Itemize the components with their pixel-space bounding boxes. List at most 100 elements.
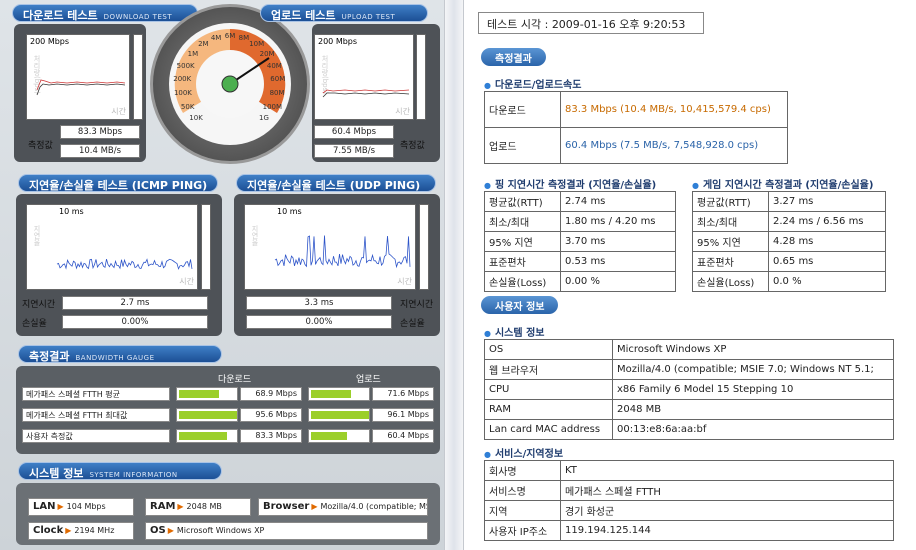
- system-row: OS Microsoft Windows XP: [484, 339, 894, 360]
- ping-key: 최소/최대: [484, 211, 561, 232]
- download-test-title: 다운로드 테스트: [23, 9, 98, 22]
- ping-key: 평균값(RTT): [484, 191, 561, 212]
- game-key: 손실율(Loss): [692, 271, 769, 292]
- speed-upload-value: 60.4 Mbps (7.5 MB/s, 7,548,928.0 cps): [560, 127, 788, 164]
- test-time-value: 2009-01-16 오후 9:20:53: [551, 18, 686, 31]
- icmp-latency-value: 2.7 ms: [62, 296, 208, 310]
- gauge-tick-label: 50K: [180, 102, 195, 111]
- bandwidth-dl-value: 68.9 Mbps: [240, 387, 302, 401]
- game-key: 최소/최대: [692, 211, 769, 232]
- sysinfo-clock-value: 2194 MHz: [74, 526, 115, 535]
- ping-row: 최소/최대 1.80 ms / 4.20 ms: [484, 211, 676, 232]
- udp-loss-label: 손실율: [400, 319, 425, 329]
- bandwidth-row-name: 사용자 측정값: [22, 429, 170, 443]
- bandwidth-ul-value: 96.1 Mbps: [372, 408, 434, 422]
- sysinfo-browser: Browser ▶ Mozilla/4.0 (compatible; MS: [258, 498, 428, 516]
- ping-row: 표준편차 0.53 ms: [484, 251, 676, 272]
- upload-measured-label: 측정값: [400, 141, 425, 151]
- bandwidth-subtitle: BANDWIDTH GAUGE: [75, 354, 155, 362]
- bandwidth-ul-bar: [308, 387, 370, 401]
- udp-latency-label: 지연시간: [400, 300, 434, 310]
- udp-graph: 10 ms 지연율 시간: [244, 204, 416, 290]
- sysinfo-lan-value: 104 Mbps: [66, 502, 106, 511]
- speed-gauge: 10K 50K 100K 200K 500K 1M 2M 4M 6M 8M 10M 20M 40M 60M…: [150, 4, 310, 164]
- udp-ping-title: 지연율/손실율 테스트 (UDP PING): [247, 179, 421, 192]
- service-value: 119.194.125.144: [560, 520, 894, 541]
- sysinfo-browser-value: Mozilla/4.0 (compatible; MS: [320, 502, 428, 511]
- gauge-tick-label: 1G: [258, 113, 269, 122]
- download-level-bar: [133, 34, 143, 120]
- bandwidth-ul-value: 71.6 Mbps: [372, 387, 434, 401]
- bandwidth-dl-value: 95.6 Mbps: [240, 408, 302, 422]
- gauge-tick-label: 40M: [266, 61, 282, 70]
- system-row: Lan card MAC address 00:13:e8:6a:aa:bf: [484, 419, 894, 440]
- panel-divider: [444, 0, 464, 550]
- bandwidth-row-name: 메가패스 스페셜 FTTH 평균: [22, 387, 170, 401]
- download-graph: 200 Mbps 처리량(bps) 시간: [26, 34, 130, 120]
- system-value: 2048 MB: [612, 399, 894, 420]
- icmp-level-bar: [201, 204, 211, 290]
- gauge-tick-label: 80M: [269, 89, 285, 98]
- bandwidth-ul-value: 60.4 Mbps: [372, 429, 434, 443]
- gauge-tick-label: 1M: [187, 49, 199, 58]
- game-row: 손실율(Loss) 0.0 %: [692, 271, 886, 292]
- gauge-tick-label: 60M: [270, 75, 286, 84]
- system-value: x86 Family 6 Model 15 Stepping 10: [612, 379, 894, 400]
- system-row: RAM 2048 MB: [484, 399, 894, 420]
- download-test-subtitle: DOWNLOAD TEST: [103, 13, 173, 21]
- upload-mbs: 7.55 MB/s: [314, 144, 394, 158]
- ping-key: 손실율(Loss): [484, 271, 561, 292]
- game-value: 3.27 ms: [768, 191, 886, 212]
- service-row: 지역 경기 화성군: [484, 500, 894, 521]
- ping-value: 0.53 ms: [560, 251, 676, 272]
- bandwidth-dl-bar: [176, 408, 238, 422]
- gauge-tick-label: 4M: [210, 34, 222, 43]
- gauge-tick-label: 6M: [224, 32, 236, 40]
- upload-graph: 200 Mbps 처리량(bps) 시간: [314, 34, 414, 120]
- system-table: OS Microsoft Windows XP 웹 브라우저 Mozilla/4.0 …: [484, 339, 894, 440]
- gauge-tick-label: 100M: [262, 102, 283, 111]
- bandwidth-ul-bar: [308, 429, 370, 443]
- upload-test-subtitle: UPLOAD TEST: [341, 13, 396, 21]
- service-value: 경기 화성군: [560, 500, 894, 521]
- sysinfo-ram: RAM ▶ 2048 MB: [145, 498, 251, 516]
- ping-value: 3.70 ms: [560, 231, 676, 252]
- ping-row: 손실율(Loss) 0.00 %: [484, 271, 676, 292]
- upload-mbps: 60.4 Mbps: [314, 125, 394, 139]
- gauge-tick-label: 200K: [173, 75, 192, 84]
- sysinfo-header: 시스템 정보 SYSTEM INFORMATION: [18, 462, 222, 480]
- icmp-loss-value: 0.00%: [62, 315, 208, 329]
- game-table: 평균값(RTT) 3.27 ms 최소/최대 2.24 ms / 6.56 ms 95%…: [692, 191, 886, 292]
- system-row: 웹 브라우저 Mozilla/4.0 (compatible; MSIE 7.0;…: [484, 359, 894, 380]
- user-info-header: 사용자 정보: [481, 296, 559, 314]
- gauge-tick-label: 10M: [249, 40, 265, 49]
- test-time-label: 테스트 시각 :: [487, 18, 549, 31]
- upload-level-bar: [416, 34, 426, 120]
- ping-value: 0.00 %: [560, 271, 676, 292]
- udp-loss-value: 0.00%: [246, 315, 392, 329]
- download-measured-label: 측정값: [28, 141, 53, 151]
- gauge-tick-label: 20M: [259, 49, 275, 58]
- speed-download-value: 83.3 Mbps (10.4 MB/s, 10,415,579.4 cps): [560, 91, 788, 128]
- ping-value: 1.80 ms / 4.20 ms: [560, 211, 676, 232]
- icmp-ping-title: 지연율/손실율 테스트 (ICMP PING): [29, 179, 208, 192]
- gauge-tick-label: 8M: [238, 34, 250, 43]
- system-key: RAM: [484, 399, 613, 420]
- system-key: 웹 브라우저: [484, 359, 613, 380]
- arrow-right-icon: ▶: [57, 502, 64, 511]
- test-time-box: 테스트 시각 : 2009-01-16 오후 9:20:53: [478, 12, 704, 34]
- download-test-header: 다운로드 테스트 DOWNLOAD TEST: [12, 4, 198, 22]
- system-value: 00:13:e8:6a:aa:bf: [612, 419, 894, 440]
- service-row: 서비스명 메가패스 스페셜 FTTH: [484, 480, 894, 501]
- upload-test-title: 업로드 테스트: [271, 9, 336, 22]
- icmp-graph: 10 ms 지연율 시간: [26, 204, 198, 290]
- speedtest-panel: 다운로드 테스트 DOWNLOAD TEST 200 Mbps 처리량(bps) …: [0, 0, 444, 550]
- ping-subheader: 핑 지연시간 측정결과 (지연율/손실율): [484, 176, 656, 191]
- bandwidth-title: 측정결과: [29, 350, 70, 363]
- bandwidth-dl-bar: [176, 387, 238, 401]
- ping-row: 95% 지연 3.70 ms: [484, 231, 676, 252]
- arrow-right-icon: ▶: [65, 526, 72, 535]
- bandwidth-col-download: 다운로드: [218, 375, 252, 385]
- ping-table: 평균값(RTT) 2.74 ms 최소/최대 1.80 ms / 4.20 ms 95%…: [484, 191, 676, 292]
- game-row: 평균값(RTT) 3.27 ms: [692, 191, 886, 212]
